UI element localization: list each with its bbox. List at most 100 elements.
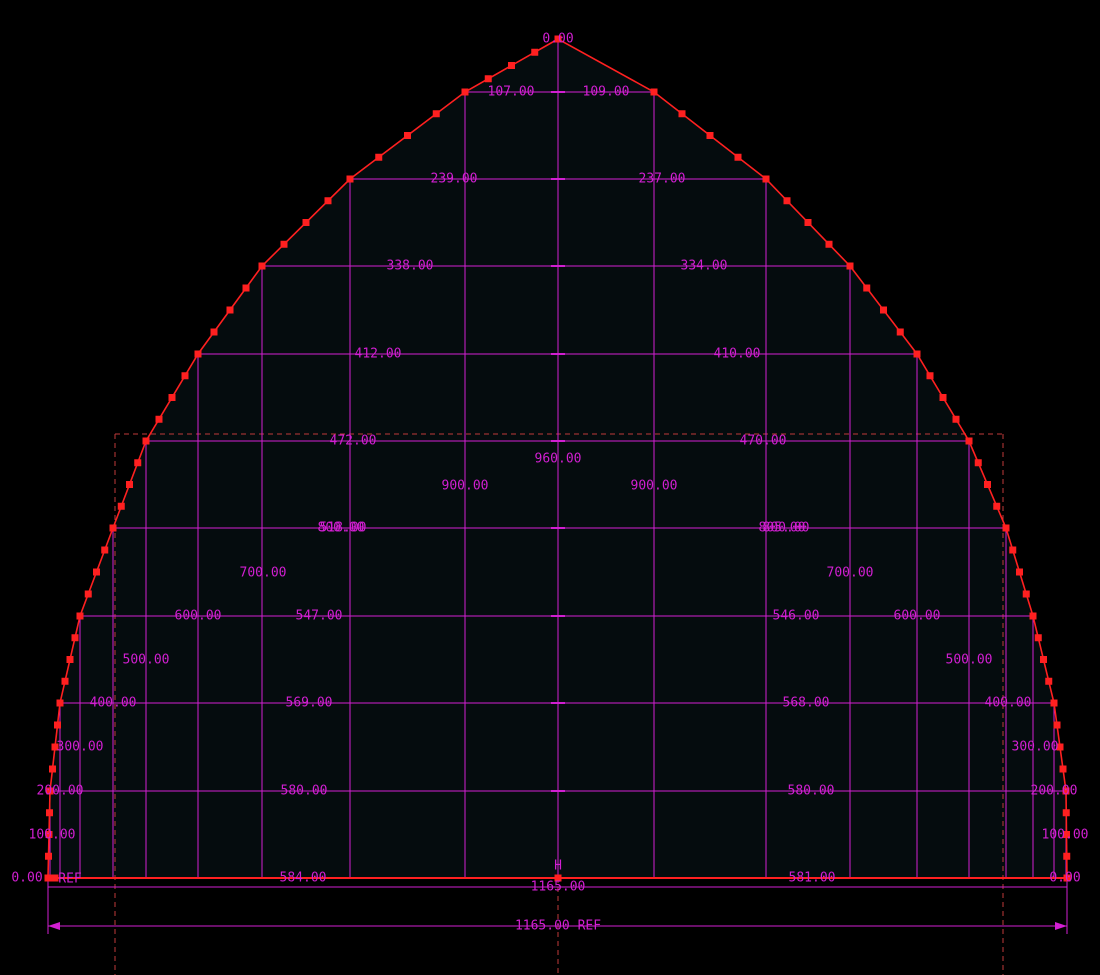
origin-marker: H [554, 859, 562, 874]
profile-point-marker [54, 721, 61, 729]
profile-point-marker [650, 88, 658, 96]
total-width-ref-label: 1165.00 REF [515, 919, 601, 934]
height-label-center: 960.00 [535, 452, 582, 467]
profile-point-marker [242, 284, 250, 292]
profile-point-marker [896, 328, 904, 336]
profile-point-marker [1050, 699, 1058, 707]
profile-point-marker [783, 197, 791, 205]
profile-point-marker [880, 306, 887, 314]
row-dimension-right: 546.00 [773, 609, 820, 624]
height-label-right: 300.00 [1012, 740, 1059, 755]
profile-point-marker [155, 415, 163, 423]
height-label-left: 400.00 [90, 696, 137, 711]
profile-point-marker [324, 197, 332, 205]
profile-point-marker [46, 809, 53, 817]
profile-point-marker [952, 415, 960, 423]
profile-point-marker [508, 62, 515, 69]
profile-point-marker [101, 546, 109, 554]
profile-point-marker [706, 132, 714, 139]
profile-point-marker [531, 48, 539, 56]
profile-point-marker [109, 524, 117, 532]
profile-point-marker [302, 219, 310, 226]
profile-point-marker [194, 350, 202, 358]
profile-point-marker [76, 612, 84, 620]
profile-point-marker [126, 481, 133, 488]
profile-point-marker [678, 110, 686, 118]
base-ref-label: REF [58, 872, 82, 887]
height-label-right: 600.00 [894, 609, 941, 624]
profile-point-marker [1063, 852, 1071, 860]
height-label-right: 0.00 [1049, 871, 1080, 886]
height-label-right: 700.00 [827, 566, 874, 581]
profile-point-marker [346, 175, 354, 183]
row-dimension-left: 472.00 [330, 434, 377, 449]
profile-point-marker [56, 699, 64, 707]
profile-point-marker [1009, 546, 1017, 554]
profile-point-marker [280, 240, 288, 248]
total-width-label: 1165.00 [531, 880, 586, 895]
row-dimension-left: 569.00 [286, 696, 333, 711]
row-dimension-right: 580.00 [788, 784, 835, 799]
drawing-canvas: 0.00 H 107.00 109.00 239.00 237.00 338.00 334.0… [0, 0, 1100, 975]
profile-point-marker [134, 459, 142, 467]
height-label-left: 500.00 [123, 653, 170, 668]
profile-point-marker [1059, 765, 1067, 773]
row-dimension-right: 334.00 [681, 259, 728, 274]
row-dimension-right: 470.00 [740, 434, 787, 449]
height-label-right: 100.00 [1042, 828, 1089, 843]
profile-point-marker [461, 88, 469, 96]
profile-point-marker [1016, 568, 1023, 576]
profile-point-marker [965, 437, 973, 445]
profile-point-marker [939, 394, 947, 401]
row-dimension-left: 412.00 [355, 347, 402, 362]
profile-point-marker [1022, 590, 1030, 598]
profile-point-marker [846, 262, 854, 270]
profile-point-marker [484, 75, 492, 83]
profile-point-marker [984, 481, 991, 488]
row-dimension-left: 547.00 [296, 609, 343, 624]
profile-point-marker [913, 350, 921, 358]
profile-point-marker [44, 874, 52, 882]
profile-point-marker [71, 634, 79, 642]
height-label-right: 200.00 [1031, 784, 1078, 799]
row-dimension-right: 581.00 [789, 871, 836, 886]
profile-point-marker [432, 110, 440, 118]
height-label-left: 100.00 [29, 828, 76, 843]
height-label-left: 200.00 [37, 784, 84, 799]
profile-point-marker [1062, 809, 1070, 817]
profile-point-marker [181, 372, 189, 380]
profile-point-marker [61, 677, 69, 685]
profile-point-marker [66, 656, 74, 663]
row-dimension-right: 410.00 [714, 347, 761, 362]
height-label-right: 800.00 [763, 521, 810, 536]
profile-point-marker [863, 284, 871, 292]
row-dimension-left: 584.00 [280, 871, 327, 886]
profile-point-marker [825, 240, 833, 248]
profile-point-marker [926, 372, 934, 380]
profile-point-marker [734, 153, 742, 161]
profile-point-marker [1034, 634, 1042, 642]
profile-point-marker [1053, 721, 1061, 729]
row-dimension-left: 239.00 [431, 172, 478, 187]
profile-point-marker [974, 459, 982, 467]
height-label-left: 300.00 [57, 740, 104, 755]
height-label-left: 900.00 [442, 479, 489, 494]
profile-point-marker [1040, 656, 1047, 663]
profile-point-marker [117, 502, 125, 510]
height-label-left: 700.00 [240, 566, 287, 581]
profile-point-marker [93, 568, 100, 576]
height-label-left: 600.00 [175, 609, 222, 624]
row-dimension-left: 338.00 [387, 259, 434, 274]
profile-point-marker [404, 132, 411, 139]
profile-point-marker [375, 153, 383, 161]
height-label-left: 0.00 [11, 871, 42, 886]
apex-label: 0.00 [542, 32, 573, 47]
row-dimension-right: 568.00 [783, 696, 830, 711]
profile-point-marker [1045, 677, 1053, 685]
height-label-right: 500.00 [946, 653, 993, 668]
profile-point-marker [45, 852, 52, 860]
profile-point-marker [762, 175, 770, 183]
row-dimension-right: 237.00 [639, 172, 686, 187]
profile-point-marker [210, 328, 218, 336]
height-label-right: 400.00 [985, 696, 1032, 711]
